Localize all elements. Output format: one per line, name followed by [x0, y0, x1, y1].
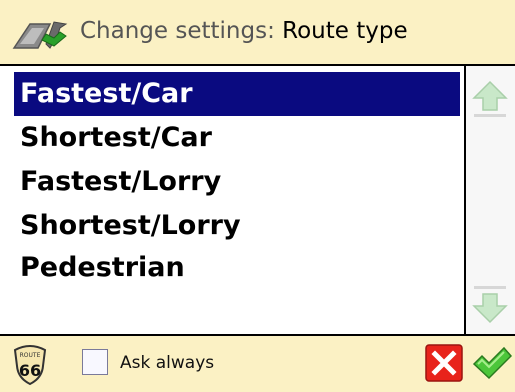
cancel-button[interactable] — [425, 344, 463, 382]
list-item-fastest-lorry[interactable]: Fastest/Lorry — [14, 160, 221, 204]
arrow-up-icon[interactable] — [472, 80, 508, 117]
ok-button[interactable] — [472, 346, 513, 380]
ask-always-label: Ask always — [120, 353, 215, 373]
title-prefix: Change settings: — [80, 18, 275, 44]
settings-wrench-icon — [10, 14, 70, 54]
route-type-list: Fastest/Car Shortest/Car Fastest/Lorry S… — [0, 66, 466, 334]
red-x-icon — [425, 344, 463, 382]
green-check-icon — [472, 346, 513, 380]
scrollbar — [466, 66, 515, 334]
svg-text:ROUTE: ROUTE — [20, 352, 41, 359]
arrow-down-icon[interactable] — [472, 284, 508, 324]
bottom-bar: ROUTE 66 Ask always — [0, 334, 515, 392]
svg-text:66: 66 — [19, 361, 41, 380]
list-item-shortest-lorry[interactable]: Shortest/Lorry — [14, 204, 241, 248]
title-bar: Change settings: Route type — [0, 0, 515, 66]
list-item-pedestrian[interactable]: Pedestrian — [14, 246, 185, 290]
list-item-shortest-car[interactable]: Shortest/Car — [14, 116, 212, 160]
route-66-sign-icon: ROUTE 66 — [12, 344, 48, 386]
page-title: Change settings: Route type — [80, 18, 408, 44]
title-value: Route type — [282, 18, 408, 44]
ask-always-checkbox[interactable] — [82, 349, 108, 375]
list-item-fastest-car[interactable]: Fastest/Car — [14, 72, 460, 116]
